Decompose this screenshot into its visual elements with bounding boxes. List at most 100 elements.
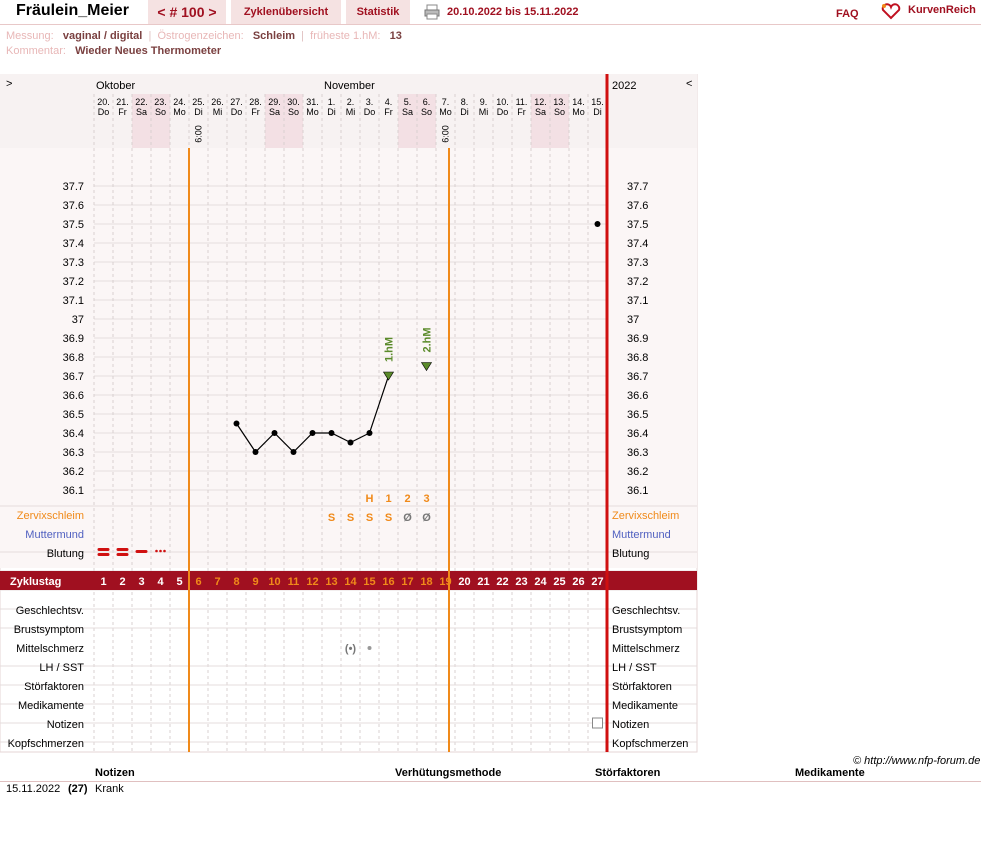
cycle-day-number: 10	[268, 576, 280, 588]
day-date-label: 4.	[385, 97, 393, 107]
cycle-day-number: 14	[344, 576, 357, 588]
row-label-left: Kopfschmerzen	[8, 738, 84, 750]
mittelschmerz-mark: (•)	[345, 643, 357, 655]
y-tick-left: 37.6	[63, 200, 84, 212]
kommentar-value: Wieder Neues Thermometer	[75, 45, 222, 57]
bleeding-heavy	[116, 548, 129, 551]
y-tick-right: 36.9	[627, 333, 648, 345]
temperature-point	[366, 430, 373, 436]
day-date-label: 9.	[480, 97, 488, 107]
cycle-day-number: 20	[458, 576, 470, 588]
day-weekday-label: Sa	[269, 107, 280, 117]
temperature-point	[271, 430, 278, 436]
day-date-label: 27.	[230, 97, 243, 107]
day-date-label: 31.	[306, 97, 319, 107]
brand-name[interactable]: KurvenReich	[908, 4, 976, 16]
day-date-label: 11.	[516, 97, 528, 107]
day-weekday-label: So	[155, 107, 166, 117]
y-tick-left: 36.8	[63, 352, 84, 364]
row-label-right: LH / SST	[612, 662, 657, 674]
cycle-day-number: 1	[100, 576, 106, 588]
row-label-right: Zervixschleim	[612, 510, 679, 522]
tab-zyklenuebersicht[interactable]: Zyklenübersicht	[231, 0, 341, 24]
day-date-label: 25.	[192, 97, 205, 107]
row-label-right: Brustsymptom	[612, 624, 682, 636]
y-tick-right: 36.2	[627, 466, 648, 478]
col-notizen: Notizen	[95, 767, 135, 779]
day-weekday-label: Mo	[439, 107, 452, 117]
day-date-label: 10.	[496, 97, 509, 107]
heart-logo-icon[interactable]	[880, 2, 902, 20]
day-weekday-label: Do	[497, 107, 509, 117]
higher-measurement-label: 1.hM	[384, 337, 396, 362]
mucus-mark: Ø	[403, 512, 412, 524]
day-weekday-label: Mi	[479, 107, 489, 117]
oestrogen-label: Östrogenzeichen:	[157, 30, 244, 42]
time-mark-label: 6:00	[194, 125, 204, 143]
day-weekday-label: Fr	[118, 107, 127, 117]
comment-info: Kommentar: Wieder Neues Thermometer	[6, 45, 221, 57]
cycle-day-number: 24	[534, 576, 547, 588]
note-text: Krank	[95, 783, 124, 795]
cycle-day-number: 25	[553, 576, 565, 588]
notes-table-header: Notizen Verhütungsmethode Störfaktoren M…	[0, 767, 981, 782]
day-weekday-label: Do	[98, 107, 110, 117]
col-verhuetung: Verhütungsmethode	[395, 767, 502, 779]
date-range: 20.10.2022 bis 15.11.2022	[447, 6, 579, 18]
cycle-day-number: 8	[233, 576, 239, 588]
temperature-point	[347, 439, 354, 446]
cycle-day-number: 21	[477, 576, 489, 588]
day-weekday-label: Sa	[535, 107, 546, 117]
faq-link[interactable]: FAQ	[836, 8, 859, 20]
username: Fräulein_Meier	[16, 2, 129, 19]
day-date-label: 28.	[249, 97, 262, 107]
oestrogen-value: Schleim	[252, 30, 296, 42]
y-tick-right: 37	[627, 314, 639, 326]
day-weekday-label: Fr	[251, 107, 260, 117]
credit-link[interactable]: © http://www.nfp-forum.de	[853, 755, 980, 767]
y-tick-left: 36.7	[63, 371, 84, 383]
higher-measurement-label: 2.hM	[422, 327, 434, 352]
bleeding-heavy	[116, 553, 129, 556]
day-weekday-label: Sa	[402, 107, 413, 117]
y-tick-left: 36.6	[63, 390, 84, 402]
y-tick-right: 36.1	[627, 485, 648, 497]
time-mark-label: 6:00	[441, 125, 451, 143]
nav-prev-button[interactable]: >	[6, 78, 12, 90]
temperature-point	[594, 221, 601, 227]
tab-statistik[interactable]: Statistik	[346, 0, 410, 24]
cycle-day-number: 13	[325, 576, 337, 588]
messung-value: vaginal / digital	[62, 30, 143, 42]
printer-icon[interactable]	[424, 4, 440, 20]
bleeding-spotting	[159, 549, 162, 553]
y-tick-right: 36.4	[627, 428, 648, 440]
mucus-mark: S	[347, 512, 354, 524]
day-weekday-label: Mi	[346, 107, 356, 117]
day-weekday-label: Di	[593, 107, 602, 117]
cycle-nav[interactable]: < # 100 >	[148, 0, 226, 24]
row-label-right: Geschlechtsv.	[612, 605, 680, 617]
day-date-label: 12.	[534, 97, 547, 107]
day-date-label: 22.	[135, 97, 148, 107]
day-weekday-label: Fr	[384, 107, 393, 117]
row-label-right: Notizen	[612, 719, 649, 731]
mucus-mark: S	[328, 512, 335, 524]
row-label-left: Notizen	[47, 719, 84, 731]
header-divider	[0, 24, 981, 25]
row-label-right: Medikamente	[612, 700, 678, 712]
day-date-label: 13.	[553, 97, 566, 107]
mittelschmerz-dot	[367, 646, 372, 650]
day-date-label: 26.	[211, 97, 224, 107]
day-date-label: 5.	[404, 97, 412, 107]
year-label: 2022	[612, 80, 636, 92]
y-tick-left: 36.9	[63, 333, 84, 345]
cycle-day-number: 2	[119, 576, 125, 588]
temperature-point	[290, 449, 297, 455]
row-label-right: Blutung	[612, 548, 649, 560]
nav-next-button[interactable]: <	[686, 78, 692, 90]
peak-day-label: H	[366, 493, 374, 505]
fruehest-label: früheste 1.hM:	[310, 30, 381, 42]
day-date-label: 29.	[268, 97, 281, 107]
bleeding-spotting	[155, 549, 158, 553]
mucus-mark: Ø	[422, 512, 431, 524]
